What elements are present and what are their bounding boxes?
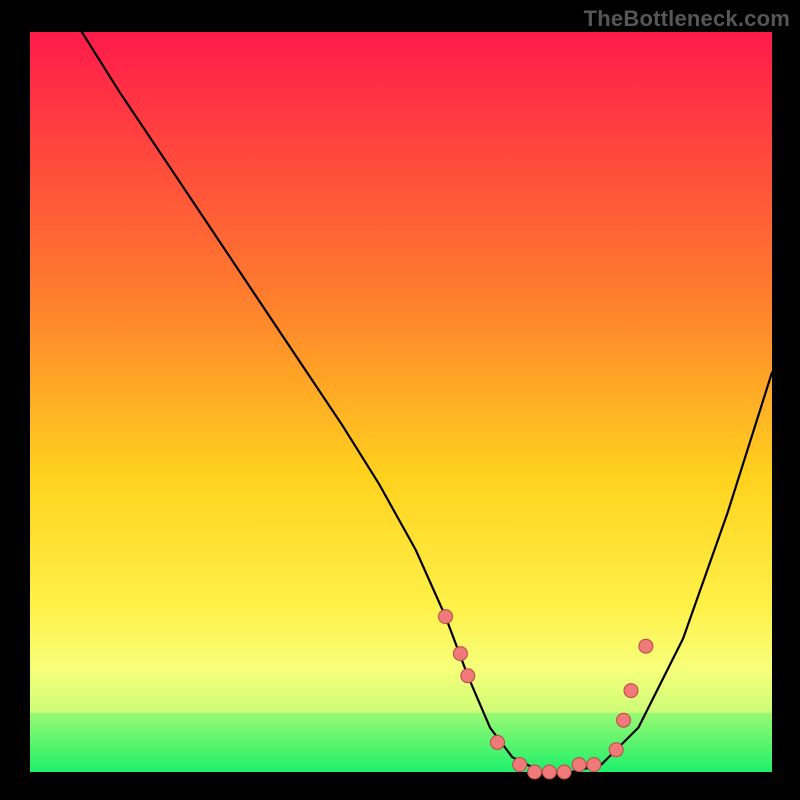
data-point <box>609 743 623 757</box>
chart-stage: TheBottleneck.com <box>0 0 800 800</box>
data-point <box>639 639 653 653</box>
chart-svg <box>0 0 800 800</box>
highlight-band <box>30 661 772 713</box>
data-point <box>572 758 586 772</box>
data-point <box>513 758 527 772</box>
data-point <box>617 713 631 727</box>
data-point <box>542 765 556 779</box>
data-point <box>453 647 467 661</box>
data-point <box>587 758 601 772</box>
data-point <box>461 669 475 683</box>
data-point <box>439 610 453 624</box>
data-point <box>557 765 571 779</box>
watermark-text: TheBottleneck.com <box>584 6 790 32</box>
data-point <box>528 765 542 779</box>
data-point <box>491 735 505 749</box>
data-point <box>624 684 638 698</box>
